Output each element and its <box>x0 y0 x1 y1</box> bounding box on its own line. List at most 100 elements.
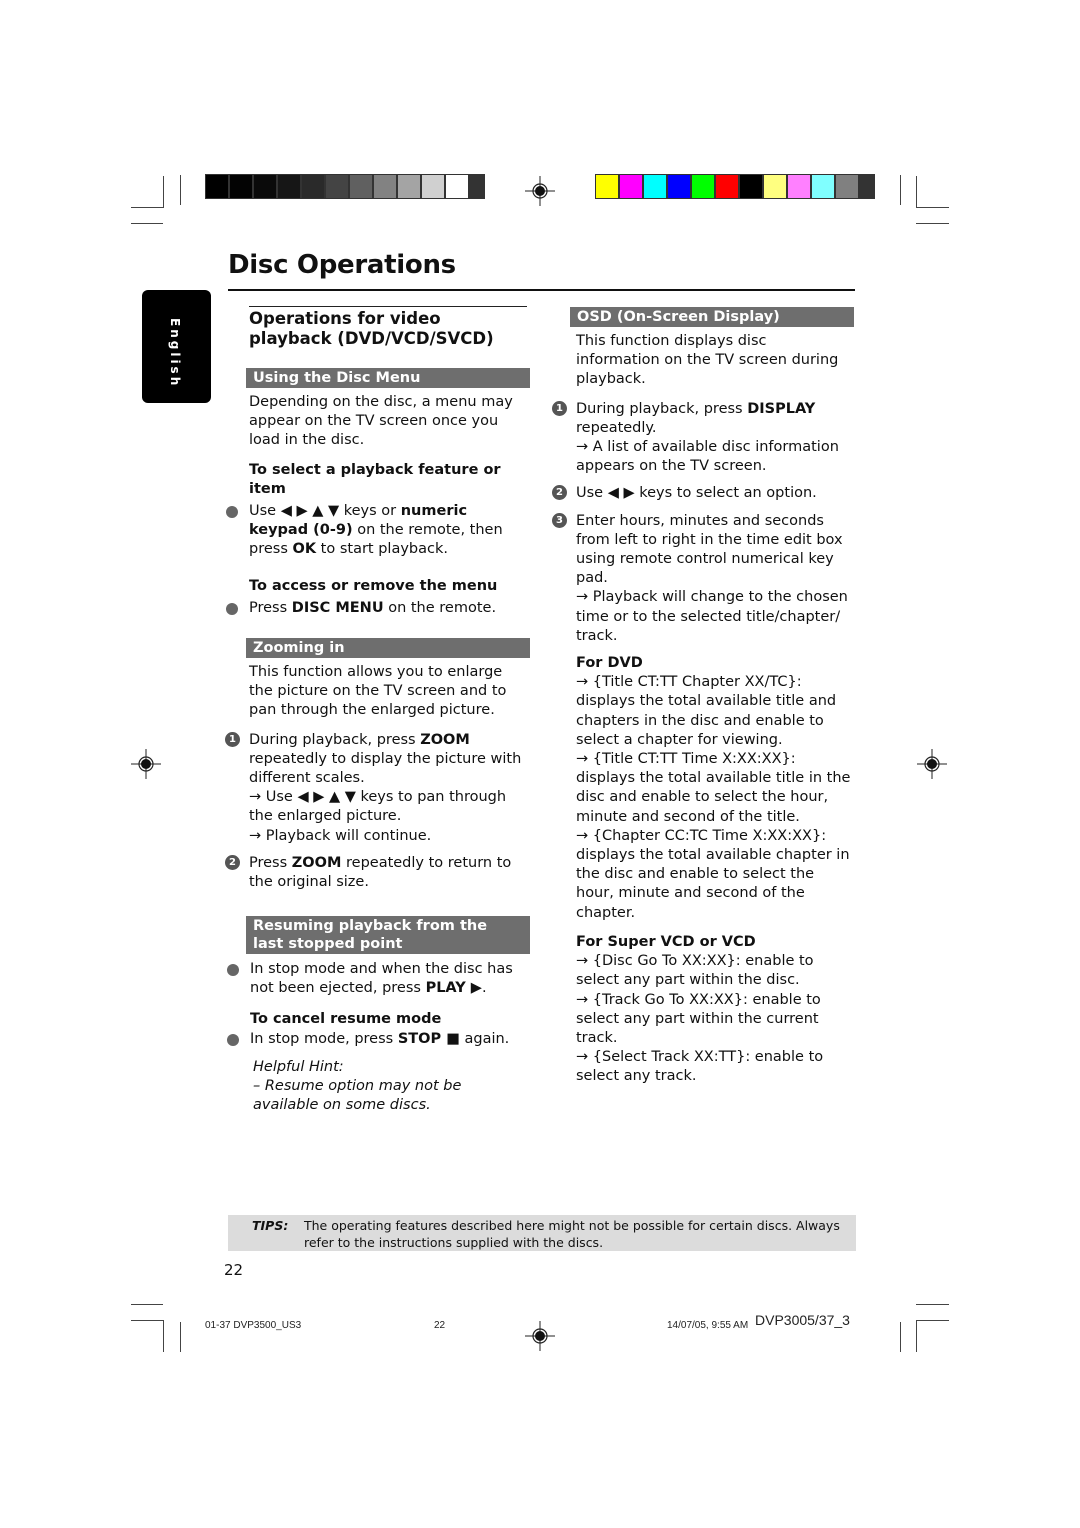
color-swatch <box>620 175 642 198</box>
crop-mark <box>916 176 917 208</box>
helpful-hint-label: Helpful Hint: <box>253 1059 344 1076</box>
tips-label: TIPS: <box>252 1218 289 1233</box>
dvd-option: → {Title CT:TT Time X:XX:XX}: displays t… <box>576 751 851 825</box>
color-swatch <box>788 175 810 198</box>
color-swatch <box>596 175 618 198</box>
helpful-hint-text: – Resume option may not be available on … <box>253 1078 462 1114</box>
registration-target-icon <box>525 1321 555 1351</box>
resume-item: In stop mode and when the disc has not b… <box>227 960 530 998</box>
osd-step-1-result: → A list of available disc information a… <box>576 439 839 475</box>
disc-menu-intro: Depending on the disc, a menu may appear… <box>249 394 513 449</box>
color-swatch <box>668 175 690 198</box>
grayscale-swatch <box>230 175 252 198</box>
tips-text: The operating features described here mi… <box>304 1218 840 1250</box>
step-number-icon: 2 <box>552 485 567 501</box>
for-dvd-subheading: For DVD <box>576 655 643 672</box>
select-feature-subheading: To select a playback feature or item <box>249 461 501 497</box>
heading-rule <box>249 306 527 307</box>
color-calibration-bar <box>595 174 875 199</box>
crop-mark <box>131 207 163 208</box>
color-swatch <box>644 175 666 198</box>
section-bar-osd: OSD (On-Screen Display) <box>570 307 854 327</box>
step-number-icon: 1 <box>552 400 567 416</box>
slug-page: 22 <box>434 1320 446 1331</box>
grayscale-swatch <box>398 175 420 198</box>
dvd-option: → {Chapter CC:TC Time X:XX:XX}: displays… <box>576 827 850 921</box>
color-swatch <box>836 175 858 198</box>
step-number-icon: 1 <box>225 731 240 747</box>
osd-step-2: 2 Use ◀ ▶ keys to select an option. <box>552 484 854 503</box>
crop-mark <box>916 1320 949 1321</box>
registration-target-icon <box>525 176 555 206</box>
zoom-step-1: 1 During playback, press ZOOM repeatedly… <box>225 731 530 846</box>
select-feature-item: Use ◀ ▶ ▲ ▼ keys or numeric keypad (0-9)… <box>226 502 530 560</box>
right-column: OSD (On-Screen Display) This function di… <box>552 307 854 1087</box>
crop-mark <box>163 1320 164 1352</box>
crop-mark <box>916 207 949 208</box>
zoom-step-1-result-2: → Playback will continue. <box>249 827 432 844</box>
page-number: 22 <box>224 1261 244 1279</box>
bullet-icon <box>227 964 239 977</box>
color-swatch <box>764 175 786 198</box>
vcd-option: → {Track Go To XX:XX}: enable to select … <box>576 991 821 1046</box>
left-column: Operations for video playback (DVD/VCD/S… <box>225 306 530 1116</box>
color-swatch <box>812 175 834 198</box>
crop-mark <box>180 1322 181 1352</box>
step-number-icon: 2 <box>225 854 240 870</box>
section-bar-disc-menu: Using the Disc Menu <box>246 368 530 388</box>
vcd-option: → {Disc Go To XX:XX}: enable to select a… <box>576 953 814 989</box>
registration-target-icon <box>131 749 161 779</box>
grayscale-swatch <box>422 175 444 198</box>
for-vcd-subheading: For Super VCD or VCD <box>576 933 756 950</box>
access-menu-item: Press DISC MENU on the remote. <box>226 599 530 618</box>
access-menu-subheading: To access or remove the menu <box>249 577 498 594</box>
grayscale-swatch <box>278 175 300 198</box>
crop-mark <box>131 1320 163 1321</box>
registration-target-icon <box>917 749 947 779</box>
osd-intro: This function displays disc information … <box>576 333 839 388</box>
osd-step-1: 1 During playback, press DISPLAY repeate… <box>552 400 854 477</box>
crop-mark <box>131 223 163 224</box>
grayscale-swatch <box>206 175 228 198</box>
dvd-option: → {Title CT:TT Chapter XX/TC}: displays … <box>576 674 837 748</box>
crop-mark <box>163 176 164 208</box>
grayscale-swatch <box>350 175 372 198</box>
slug-date: 14/07/05, 9:55 AM <box>667 1320 749 1331</box>
crop-mark <box>900 1322 901 1352</box>
section-bar-zooming: Zooming in <box>246 638 530 659</box>
section-bar-resume: Resuming playback from the last stopped … <box>246 916 530 955</box>
grayscale-swatch <box>254 175 276 198</box>
osd-step-3: 3 Enter hours, minutes and seconds from … <box>552 512 854 646</box>
grayscale-swatch <box>326 175 348 198</box>
crop-mark <box>900 175 901 205</box>
crop-mark <box>916 223 949 224</box>
bullet-icon <box>227 1033 239 1046</box>
color-swatch <box>692 175 714 198</box>
crop-mark <box>131 1304 163 1305</box>
grayscale-swatch <box>446 175 468 198</box>
zoom-step-2: 2 Press ZOOM repeatedly to return to the… <box>225 854 530 892</box>
grayscale-swatch <box>374 175 396 198</box>
page-title: Disc Operations <box>228 250 456 280</box>
bullet-icon <box>226 602 238 615</box>
slug-model: DVP3005/37_3 <box>755 1312 850 1328</box>
section-heading: Operations for video playback (DVD/VCD/S… <box>249 309 494 348</box>
grayscale-swatch <box>302 175 324 198</box>
color-swatch <box>716 175 738 198</box>
cancel-resume-subheading: To cancel resume mode <box>250 1010 442 1027</box>
osd-step-3-result: → Playback will change to the chosen tim… <box>576 589 848 644</box>
slug-file: 01-37 DVP3500_US3 <box>205 1320 302 1331</box>
language-tab: English <box>142 290 211 403</box>
grayscale-calibration-bar <box>205 174 485 199</box>
crop-mark <box>916 1320 917 1352</box>
crop-mark <box>180 175 181 205</box>
crop-mark <box>916 1304 949 1305</box>
step-number-icon: 3 <box>552 512 567 528</box>
tips-box: TIPS: The operating features described h… <box>228 1215 856 1251</box>
cancel-resume-item: In stop mode, press STOP ■ again. <box>227 1030 530 1049</box>
vcd-option: → {Select Track XX:TT}: enable to select… <box>576 1049 824 1085</box>
language-tab-label: English <box>168 318 182 389</box>
bullet-icon <box>226 506 238 519</box>
color-swatch <box>740 175 762 198</box>
zoom-step-1-result-1: → Use ◀ ▶ ▲ ▼ keys to pan through the en… <box>249 789 507 825</box>
